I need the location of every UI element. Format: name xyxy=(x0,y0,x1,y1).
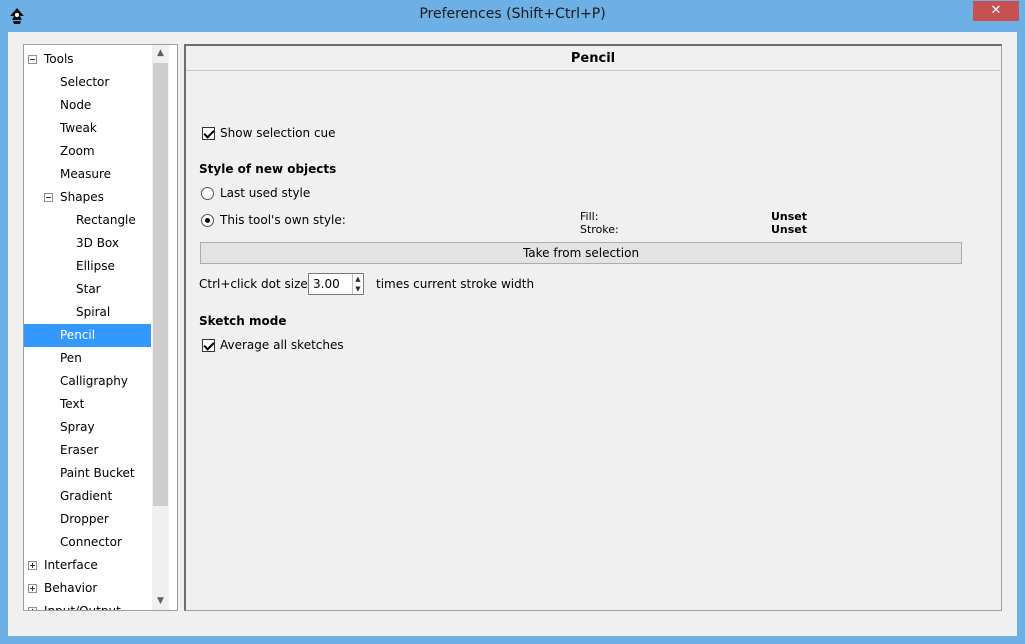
collapse-minus-icon[interactable] xyxy=(28,55,37,64)
style-section-title: Style of new objects xyxy=(199,162,337,176)
scroll-down-arrow-icon[interactable]: ▼ xyxy=(152,593,169,610)
tree-item-label: 3D Box xyxy=(76,236,119,250)
tree-item-ellipse[interactable]: Ellipse xyxy=(24,255,151,278)
preferences-client-area: Tools Selector Node Tweak Zoom Measure Shapes R… xyxy=(8,32,1017,636)
tree-item-label: Calligraphy xyxy=(60,374,128,388)
expand-plus-icon[interactable] xyxy=(28,607,37,610)
stroke-label: Stroke: xyxy=(580,223,619,236)
fill-value: Unset xyxy=(771,210,808,223)
tree-item-eraser[interactable]: Eraser xyxy=(24,439,151,462)
tree-item-label: Interface xyxy=(44,558,98,572)
dot-size-input[interactable]: 3.00 xyxy=(313,277,340,291)
panel-title: Pencil xyxy=(186,46,1000,71)
tree-item-label: Spray xyxy=(60,420,95,434)
tree-item-selector[interactable]: Selector xyxy=(24,71,151,94)
tree-item-gradient[interactable]: Gradient xyxy=(24,485,151,508)
tree-item-spiral[interactable]: Spiral xyxy=(24,301,151,324)
tree-item-label: Shapes xyxy=(60,190,104,204)
tree-item-tools[interactable]: Tools xyxy=(24,48,151,71)
scroll-thumb[interactable] xyxy=(153,63,168,506)
tree-item-interface[interactable]: Interface xyxy=(24,554,151,577)
tree-item-pencil[interactable]: Pencil xyxy=(24,324,151,347)
show-selection-cue-label[interactable]: Show selection cue xyxy=(220,126,336,140)
tree-item-label: Input/Output xyxy=(44,604,121,611)
tree-item-text[interactable]: Text xyxy=(24,393,151,416)
fill-label: Fill: xyxy=(580,210,599,223)
tree-item-label: Tweak xyxy=(60,121,97,135)
tree-item-label: Spiral xyxy=(76,305,111,319)
tree-item-label: Rectangle xyxy=(76,213,136,227)
dot-size-label: Ctrl+click dot size: xyxy=(199,277,312,291)
tree-item-label: Pencil xyxy=(60,328,96,342)
last-used-style-radio[interactable] xyxy=(201,187,214,200)
tree-item-connector[interactable]: Connector xyxy=(24,531,151,554)
last-used-style-label[interactable]: Last used style xyxy=(220,186,310,200)
tree-item-label: Star xyxy=(76,282,101,296)
sketch-section-title: Sketch mode xyxy=(199,314,287,328)
tree-item-label: Eraser xyxy=(60,443,99,457)
stroke-value: Unset xyxy=(771,223,808,236)
tree-item-label: Zoom xyxy=(60,144,95,158)
tree-item-3d-box[interactable]: 3D Box xyxy=(24,232,151,255)
tree-item-tweak[interactable]: Tweak xyxy=(24,117,151,140)
spin-down-arrow-icon[interactable]: ▼ xyxy=(352,284,363,294)
tree-item-label: Selector xyxy=(60,75,110,89)
tree-item-measure[interactable]: Measure xyxy=(24,163,151,186)
tree-item-label: Gradient xyxy=(60,489,113,503)
tree-item-label: Node xyxy=(60,98,92,112)
tree-item-label: Ellipse xyxy=(76,259,115,273)
scroll-up-arrow-icon[interactable]: ▲ xyxy=(152,45,169,62)
show-selection-cue-checkbox[interactable] xyxy=(202,127,215,140)
tree-item-rectangle[interactable]: Rectangle xyxy=(24,209,151,232)
tree-item-label: Text xyxy=(60,397,85,411)
tree-item-node[interactable]: Node xyxy=(24,94,151,117)
tree-item-calligraphy[interactable]: Calligraphy xyxy=(24,370,151,393)
own-style-radio[interactable] xyxy=(201,214,214,227)
collapse-minus-icon[interactable] xyxy=(44,193,53,202)
tree-item-label: Pen xyxy=(60,351,82,365)
expand-plus-icon[interactable] xyxy=(28,584,37,593)
tree-item-star[interactable]: Star xyxy=(24,278,151,301)
tree-item-shapes[interactable]: Shapes xyxy=(24,186,151,209)
tree-item-input-output[interactable]: Input/Output xyxy=(24,600,151,611)
window-title: Preferences (Shift+Ctrl+P) xyxy=(419,6,606,22)
tree-item-label: Paint Bucket xyxy=(60,466,135,480)
pencil-preferences-panel: Pencil Show selection cue Style of new o… xyxy=(184,44,1002,611)
dot-size-spinbox[interactable]: 3.00 ▲ ▼ xyxy=(308,273,364,295)
tree-item-label: Behavior xyxy=(44,581,98,595)
expand-plus-icon[interactable] xyxy=(28,561,37,570)
tree-item-dropper[interactable]: Dropper xyxy=(24,508,151,531)
tree-item-pen[interactable]: Pen xyxy=(24,347,151,370)
tree-item-label: Measure xyxy=(60,167,111,181)
tree-item-label: Tools xyxy=(44,52,74,66)
tree-item-zoom[interactable]: Zoom xyxy=(24,140,151,163)
spin-up-arrow-icon[interactable]: ▲ xyxy=(352,274,363,284)
tree-item-paint-bucket[interactable]: Paint Bucket xyxy=(24,462,151,485)
preferences-tree: Tools Selector Node Tweak Zoom Measure Shapes R… xyxy=(23,44,178,611)
tree-item-spray[interactable]: Spray xyxy=(24,416,151,439)
average-sketches-checkbox[interactable] xyxy=(202,339,215,352)
own-style-label[interactable]: This tool's own style: xyxy=(220,213,346,227)
tree-item-label: Connector xyxy=(60,535,122,549)
tree-item-behavior[interactable]: Behavior xyxy=(24,577,151,600)
take-from-selection-button[interactable]: Take from selection xyxy=(200,242,962,264)
average-sketches-label[interactable]: Average all sketches xyxy=(220,338,344,352)
close-button[interactable]: ✕ xyxy=(973,1,1019,21)
dot-size-suffix: times current stroke width xyxy=(376,277,535,291)
tree-item-label: Dropper xyxy=(60,512,109,526)
tree-scrollbar[interactable]: ▲ ▼ xyxy=(152,45,169,610)
title-bar: Preferences (Shift+Ctrl+P) ✕ xyxy=(0,0,1025,32)
